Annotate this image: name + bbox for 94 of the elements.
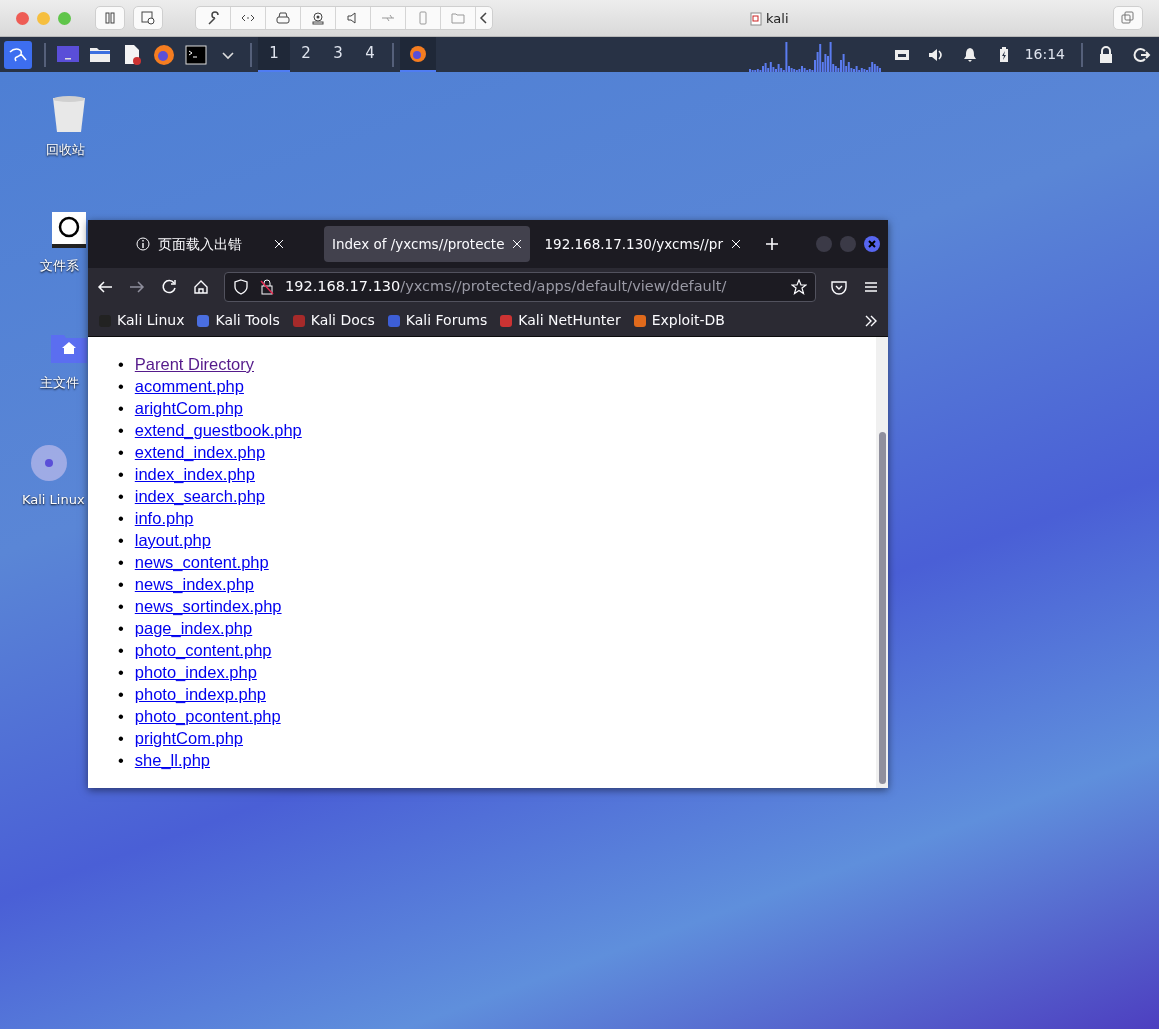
browser-tab[interactable]: Index of /yxcms//protecte [324,226,531,262]
bookmark-icon [291,313,306,328]
desktop-icon-label[interactable]: Kali Linux [22,490,85,510]
window-title: kali [766,10,789,28]
file-link[interactable]: news_content.php [134,551,269,573]
workspace-button[interactable]: 4 [354,37,386,72]
terminal-icon[interactable] [184,42,208,67]
file-link[interactable]: photo_indexp.php [134,683,266,705]
bullet: • [118,354,124,375]
close-tab-icon[interactable] [274,239,284,249]
logout-icon[interactable] [1133,45,1151,64]
bullet: • [118,684,124,705]
file-link[interactable]: Parent Directory [134,353,254,375]
shield-icon [233,278,249,295]
file-link[interactable]: index_search.php [134,485,266,507]
workspace-button[interactable]: 1 [258,37,290,72]
file-link[interactable]: extend_index.php [134,441,266,463]
bullet: • [118,464,124,485]
bullet: • [118,662,124,683]
kali-menu-button[interactable] [4,40,32,69]
bookmark[interactable]: Kali Tools [196,310,280,331]
file-link[interactable]: news_index.php [134,573,255,595]
bookmark[interactable]: Exploit-DB [632,310,725,331]
scrollbar[interactable] [876,337,888,788]
file-link[interactable]: info.php [134,507,194,529]
bullet: • [118,640,124,661]
bullet: • [118,618,124,639]
bullet: • [118,376,124,397]
drive-icon [276,11,290,25]
file-link[interactable]: prightCom.php [134,727,243,749]
browser-tab[interactable]: 页面载入出错 [128,226,318,262]
file-link[interactable]: page_index.php [134,617,253,639]
insecure-lock-icon [259,278,275,295]
bullet: • [118,574,124,595]
camera-icon [311,11,325,25]
file-link[interactable]: photo_pcontent.php [134,705,281,727]
reload-icon[interactable] [160,277,178,296]
bookmark[interactable]: Kali NetHunter [499,310,621,331]
file-link[interactable]: arightCom.php [134,397,243,419]
bullet: • [118,596,124,617]
file-link[interactable]: photo_index.php [134,661,257,683]
desktop-icon-label[interactable]: 回收站 [46,140,85,160]
bookmark-icon [196,313,211,328]
windows-icon [1121,11,1135,25]
document-icon [750,11,762,26]
bullet: • [118,552,124,573]
window-button[interactable] [1113,6,1143,30]
bookmark-icon [386,313,401,328]
file-link[interactable]: acomment.php [134,375,244,397]
folder-icon [451,11,465,25]
file-link[interactable]: photo_content.php [134,639,272,661]
firefox-taskbar-button[interactable] [400,37,436,72]
new-tab-icon[interactable] [764,237,779,251]
file-link[interactable]: she_ll.php [134,749,210,771]
file-link[interactable]: news_sortindex.php [134,595,282,617]
file-link[interactable]: extend_guestbook.php [134,419,302,441]
clock[interactable]: 16:14 [1024,44,1065,65]
address-bar[interactable]: 192.168.17.130/yxcms//protected/apps/default/view/default/ [224,271,816,302]
bullet: • [118,706,124,727]
close-icon[interactable] [864,236,880,252]
close-tab-icon[interactable] [512,239,523,249]
close-button[interactable] [16,11,29,25]
desktop-icon-label[interactable]: 文件系 [40,256,79,276]
bullet: • [118,442,124,463]
bookmark[interactable]: Kali Docs [291,310,375,331]
snapshot-icon [141,11,155,25]
lock-icon[interactable] [1097,45,1115,64]
file-link[interactable]: index_index.php [134,463,255,485]
phone-icon [416,11,430,25]
trash-icon[interactable] [50,94,88,134]
workspace-button[interactable]: 2 [290,37,322,72]
bookmark-icon [499,313,514,328]
browser-tab[interactable]: 192.168.17.130/yxcms//pr [536,226,749,262]
info-icon [136,237,150,251]
bookmark[interactable]: Kali Linux [98,310,185,331]
bullet: • [118,728,124,749]
bullet: • [118,420,124,441]
desktop-icon-label[interactable]: 主文件 [40,373,79,393]
bookmark-icon [632,313,647,328]
bookmark[interactable]: Kali Forums [386,310,488,331]
snapshot-button[interactable] [133,6,163,30]
chevron-double-right-icon[interactable] [864,313,878,328]
close-tab-icon[interactable] [730,239,741,249]
workspace-button[interactable]: 3 [322,37,354,72]
drive-icon[interactable] [50,210,88,250]
bullet: • [118,750,124,771]
file-link[interactable]: layout.php [134,529,211,551]
bullet: • [118,530,124,551]
bullet: • [118,486,124,507]
pause-icon [104,12,116,24]
disc-icon[interactable] [30,444,68,484]
bullet: • [118,508,124,529]
bullet: • [118,398,124,419]
star-icon[interactable] [791,278,807,295]
